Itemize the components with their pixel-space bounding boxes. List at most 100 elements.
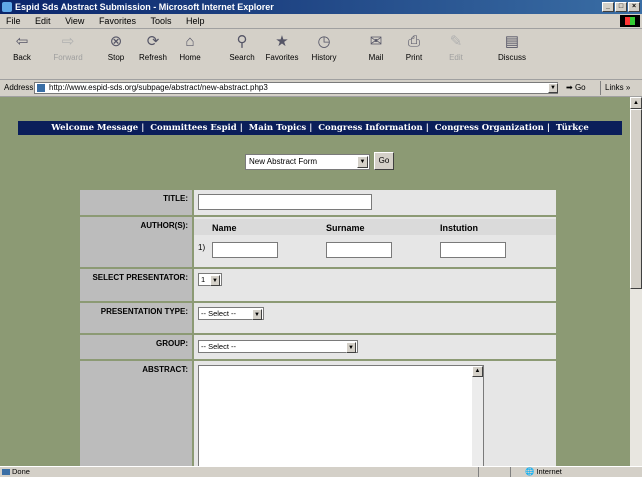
author-name-header: Name <box>212 223 237 233</box>
address-bar: Address http://www.espid-sds.org/subpage… <box>0 80 642 97</box>
presentation-type-row: PRESENTATION TYPE: -- Select -- ▼ <box>80 303 556 333</box>
menu-help[interactable]: Help <box>186 16 205 26</box>
refresh-button[interactable]: ⟳ Refresh <box>135 31 171 62</box>
presentation-type-cell: -- Select -- ▼ <box>194 303 556 333</box>
menu-bar: File Edit View Favorites Tools Help <box>0 14 642 29</box>
print-icon: ⎙ <box>407 32 420 50</box>
address-label: Address <box>4 83 34 92</box>
presenter-select[interactable]: 1 ▼ <box>198 273 222 286</box>
edit-icon: ✎ <box>449 33 463 50</box>
group-row: GROUP: -- Select -- ▼ <box>80 335 556 359</box>
back-button[interactable]: ⇦ Back <box>4 31 40 62</box>
title-row: TITLE: <box>80 190 556 215</box>
abstract-label: ABSTRACT: <box>80 361 192 466</box>
author-row-number: 1) <box>198 243 206 252</box>
presentation-type-select[interactable]: -- Select -- ▼ <box>198 307 264 320</box>
stop-icon: ⊗ <box>109 33 123 50</box>
globe-icon: 🌐 <box>525 467 535 476</box>
abstract-cell: ▲ <box>194 361 556 466</box>
chevron-down-icon: ▼ <box>252 309 262 320</box>
minimize-button[interactable]: _ <box>602 2 614 12</box>
stop-button[interactable]: ⊗ Stop <box>98 31 134 62</box>
nav-congress-organization[interactable]: Congress Organization <box>435 123 544 133</box>
presenter-cell: 1 ▼ <box>194 269 556 301</box>
search-icon: ⚲ <box>236 33 248 50</box>
menu-tools[interactable]: Tools <box>150 16 171 26</box>
window-title-bar[interactable]: Espid Sds Abstract Submission - Microsof… <box>0 0 642 14</box>
authors-label: AUTHOR(S): <box>80 217 192 267</box>
author-institution-input[interactable] <box>440 242 506 258</box>
go-arrow-icon: ➡ <box>566 83 573 92</box>
group-label: GROUP: <box>80 335 192 359</box>
discuss-icon: ▤ <box>504 33 520 50</box>
page-icon <box>37 84 45 92</box>
nav-congress-information[interactable]: Congress Information <box>318 123 422 133</box>
abstract-textarea[interactable]: ▲ <box>198 365 484 466</box>
form-type-select[interactable]: New Abstract Form ▼ <box>245 154 370 170</box>
authors-header <box>194 219 556 235</box>
print-button[interactable]: ⎙ Print <box>396 31 432 63</box>
forward-arrow-icon: ⇨ <box>61 33 75 50</box>
maximize-button[interactable]: □ <box>615 2 627 12</box>
group-select[interactable]: -- Select -- ▼ <box>198 340 358 353</box>
scroll-up-icon[interactable]: ▲ <box>472 366 483 377</box>
presenter-label: SELECT PRESENTATOR: <box>80 269 192 301</box>
title-cell <box>194 190 556 215</box>
title-label: TITLE: <box>80 190 192 215</box>
page-scrollbar[interactable]: ▲ <box>630 97 642 466</box>
author-name-input[interactable] <box>212 242 278 258</box>
form-go-button[interactable]: Go <box>374 152 394 170</box>
chevron-down-icon: ▼ <box>346 342 356 353</box>
edit-button[interactable]: ✎ Edit <box>438 31 474 62</box>
authors-cell: Name Surname Instution 1) <box>194 217 556 267</box>
mail-button[interactable]: ✉ Mail <box>358 31 394 62</box>
address-input[interactable]: http://www.espid-sds.org/subpage/abstrac… <box>34 82 558 94</box>
nav-turkce[interactable]: Türkçe <box>556 123 589 133</box>
search-button[interactable]: ⚲ Search <box>224 31 260 62</box>
menu-file[interactable]: File <box>6 16 21 26</box>
menu-view[interactable]: View <box>65 16 84 26</box>
favorites-icon: ★ <box>275 33 289 50</box>
title-input[interactable] <box>198 194 372 210</box>
address-url: http://www.espid-sds.org/subpage/abstrac… <box>49 83 268 92</box>
home-button[interactable]: ⌂ Home <box>172 31 208 63</box>
links-button[interactable]: Links » <box>600 81 630 95</box>
discuss-button[interactable]: ▤ Discuss <box>494 31 530 62</box>
author-surname-input[interactable] <box>326 242 392 258</box>
scrollbar-thumb[interactable] <box>630 109 642 289</box>
menu-edit[interactable]: Edit <box>35 16 51 26</box>
chevron-down-icon: ▼ <box>210 275 220 286</box>
abstract-row: ABSTRACT: ▲ <box>80 361 556 466</box>
close-button[interactable]: × <box>628 2 640 12</box>
mail-icon: ✉ <box>369 33 383 50</box>
nav-committees[interactable]: Committees Espid <box>150 123 236 133</box>
window-controls: _ □ × <box>602 2 640 12</box>
author-institution-header: Instution <box>440 223 478 233</box>
history-icon: ◷ <box>317 33 331 50</box>
nav-main-topics[interactable]: Main Topics <box>249 123 306 133</box>
textarea-scrollbar[interactable]: ▲ <box>472 366 483 466</box>
nav-welcome-message[interactable]: Welcome Message <box>51 123 138 133</box>
scroll-up-icon[interactable]: ▲ <box>630 97 642 109</box>
address-go-button[interactable]: ➡ Go <box>566 80 586 96</box>
presenter-row: SELECT PRESENTATOR: 1 ▼ <box>80 269 556 301</box>
history-button[interactable]: ◷ History <box>306 31 342 62</box>
chevron-down-icon: ▼ <box>357 156 368 168</box>
ie-logo-icon <box>2 2 12 12</box>
home-icon: ⌂ <box>185 32 195 50</box>
group-cell: -- Select -- ▼ <box>194 335 556 359</box>
back-arrow-icon: ⇦ <box>15 33 29 50</box>
presentation-type-label: PRESENTATION TYPE: <box>80 303 192 333</box>
page-icon <box>2 469 10 475</box>
window-title: Espid Sds Abstract Submission - Microsof… <box>15 2 274 12</box>
refresh-icon: ⟳ <box>146 33 160 50</box>
favorites-button[interactable]: ★ Favorites <box>264 31 300 62</box>
status-bar: Done 🌐 Internet <box>0 466 642 477</box>
menu-favorites[interactable]: Favorites <box>99 16 136 26</box>
author-surname-header: Surname <box>326 223 365 233</box>
page-content: Welcome Message | Committees Espid | Main … <box>0 97 630 466</box>
address-dropdown-button[interactable]: ▼ <box>548 83 558 93</box>
windows-logo-icon <box>620 15 640 27</box>
forward-button[interactable]: ⇨ Forward <box>50 31 86 62</box>
authors-row: AUTHOR(S): Name Surname Instution 1) <box>80 217 556 267</box>
